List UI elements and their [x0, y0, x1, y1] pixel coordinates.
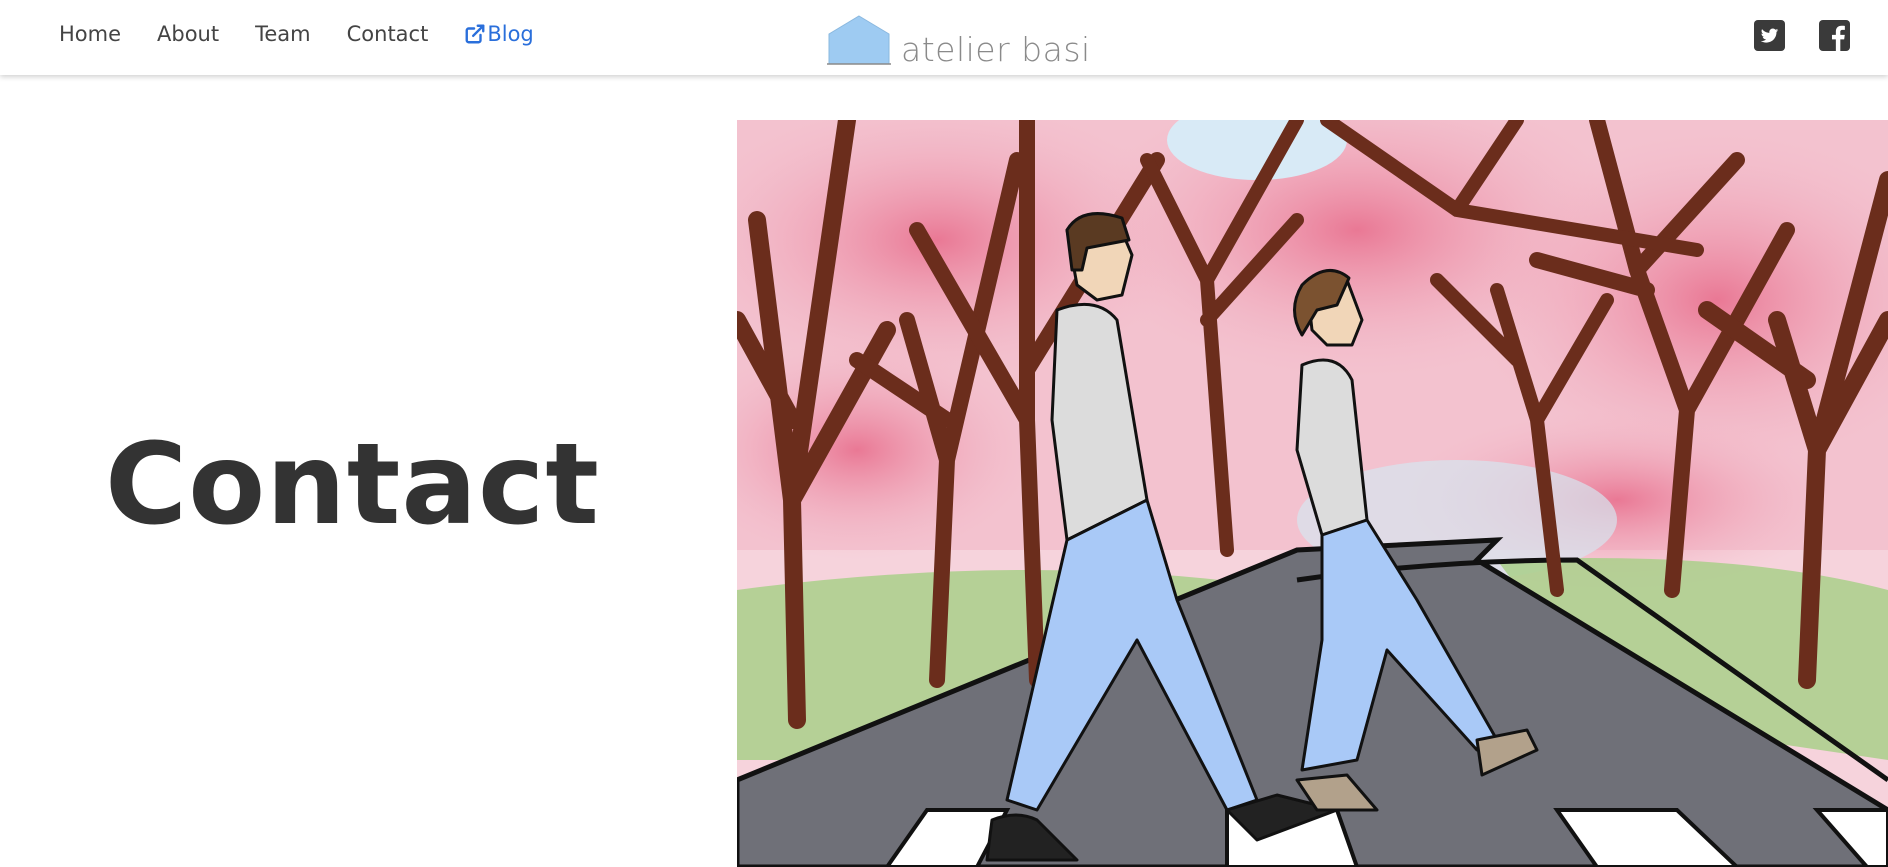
couple-walking-illustration — [737, 120, 1888, 867]
blog-label: Blog — [487, 22, 534, 46]
page-title: Contact — [105, 420, 600, 550]
twitter-link[interactable] — [1754, 20, 1785, 51]
facebook-link[interactable] — [1819, 20, 1850, 51]
nav-link-blog[interactable]: Blog — [464, 22, 534, 46]
twitter-icon — [1754, 20, 1785, 51]
external-link-icon — [465, 24, 485, 44]
nav-link-team[interactable]: Team — [255, 22, 311, 46]
nav-link-about[interactable]: About — [157, 22, 219, 46]
facebook-icon — [1819, 20, 1850, 51]
brand-name: atelier basi — [901, 30, 1091, 69]
top-navbar: Home About Team Contact Blog atelier bas… — [0, 0, 1888, 75]
house-logo-icon — [827, 15, 891, 65]
main-nav: Home About Team Contact Blog — [59, 22, 534, 46]
nav-link-home[interactable]: Home — [59, 22, 121, 46]
hero-illustration — [737, 120, 1888, 867]
brand-logo[interactable]: atelier basi — [827, 14, 1091, 69]
nav-link-contact[interactable]: Contact — [347, 22, 429, 46]
